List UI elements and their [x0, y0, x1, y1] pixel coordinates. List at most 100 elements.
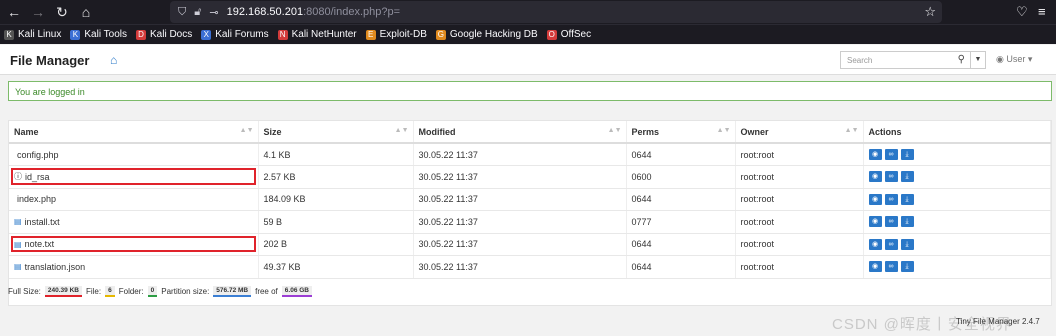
user-icon: ◉: [996, 54, 1004, 64]
table-row: config.php 4.1 KB 30.05.22 11:37 0644 root:r…: [9, 143, 1051, 166]
cell-name: index.php: [9, 188, 259, 211]
link-icon[interactable]: ∞: [884, 216, 898, 228]
bookmark-kali-docs[interactable]: D Kali Docs: [135, 29, 192, 40]
cell-perms[interactable]: 0644: [626, 188, 736, 211]
cell-modified: 30.05.22 11:37: [413, 188, 627, 211]
col-name[interactable]: Name ▲▼: [9, 121, 259, 144]
version-text: Tiny File Manager 2.4.7: [956, 317, 1040, 326]
shield-icon: ⛉: [178, 5, 187, 18]
cell-name: ▤ install.txt: [9, 210, 259, 234]
info-icon: ⓘ: [14, 172, 22, 182]
file-link[interactable]: config.php: [14, 150, 253, 160]
col-perms[interactable]: Perms ▲▼: [626, 121, 736, 144]
back-icon[interactable]: ←: [2, 0, 26, 24]
cell-modified: 30.05.22 11:37: [413, 233, 627, 256]
app-header: File Manager ⌂ Search ⚲ ▼ ◉ User ▾: [0, 45, 1056, 75]
search-icon[interactable]: ⚲: [958, 54, 965, 65]
cell-owner: root:root: [735, 210, 864, 234]
eye-icon[interactable]: ◉: [868, 171, 882, 183]
link-icon[interactable]: ∞: [884, 193, 898, 205]
download-icon[interactable]: ⤓: [900, 171, 914, 183]
home-icon[interactable]: ⌂: [74, 0, 98, 24]
pocket-icon[interactable]: ♡: [1016, 4, 1028, 20]
file-link[interactable]: index.php: [14, 194, 253, 204]
link-icon[interactable]: ∞: [884, 171, 898, 183]
cell-modified: 30.05.22 11:37: [413, 143, 627, 166]
cell-perms[interactable]: 0644: [626, 143, 736, 166]
footer-stats: Full Size: 240.39 KB File: 6 Folder: 0 P…: [8, 286, 312, 297]
cell-actions: ◉ ∞ ⤓: [863, 143, 1051, 166]
url-path: :8080/index.php?p=: [303, 6, 401, 18]
cell-actions: ◉ ∞ ⤓: [863, 255, 1051, 279]
link-icon[interactable]: ∞: [884, 149, 898, 160]
cell-size: 184.09 KB: [258, 188, 414, 211]
cell-modified: 30.05.22 11:37: [413, 255, 627, 279]
user-menu[interactable]: ◉ User ▾: [996, 54, 1032, 65]
sort-icon: ▲▼: [844, 127, 859, 134]
cell-perms[interactable]: 0644: [626, 233, 736, 256]
login-alert: You are logged in: [8, 81, 1052, 101]
url-host: 192.168.50.201: [226, 6, 304, 18]
cell-modified: 30.05.22 11:37: [413, 165, 627, 189]
eye-icon[interactable]: ◉: [868, 216, 882, 228]
file-count-badge: 6: [105, 286, 115, 297]
eye-icon[interactable]: ◉: [868, 261, 882, 273]
forward-icon[interactable]: →: [26, 0, 50, 24]
sort-icon: ▲▼: [394, 127, 409, 134]
download-icon[interactable]: ⤓: [900, 216, 914, 228]
download-icon[interactable]: ⤓: [900, 261, 914, 273]
eye-icon[interactable]: ◉: [868, 193, 882, 205]
download-icon[interactable]: ⤓: [900, 149, 914, 160]
cell-perms[interactable]: 0777: [626, 210, 736, 234]
cell-perms[interactable]: 0644: [626, 255, 736, 279]
sort-icon: ▲▼: [239, 127, 254, 134]
search-input[interactable]: Search ⚲: [840, 51, 972, 69]
offsec-icon: O: [546, 29, 557, 40]
bookmark-kali-linux[interactable]: K Kali Linux: [4, 29, 61, 40]
bookmark-kali-nethunter[interactable]: N Kali NetHunter: [277, 29, 357, 40]
free-badge: 6.06 GB: [281, 286, 312, 297]
col-modified[interactable]: Modified ▲▼: [413, 121, 627, 144]
key-icon: ⊸: [209, 6, 219, 19]
cell-actions: ◉ ∞ ⤓: [863, 188, 1051, 211]
cell-perms[interactable]: 0600: [626, 165, 736, 189]
cell-owner: root:root: [735, 188, 864, 211]
home-nav-icon[interactable]: ⌂: [110, 53, 117, 67]
cell-modified: 30.05.22 11:37: [413, 210, 627, 234]
full-size-badge: 240.39 KB: [44, 286, 82, 297]
cell-owner: root:root: [735, 255, 864, 279]
file-link[interactable]: ▤ translation.json: [14, 262, 253, 272]
file-table: Name ▲▼ Size ▲▼ Modified ▲▼ Perms ▲▼ Owner ▲▼…: [9, 121, 1051, 279]
bookmark-kali-tools[interactable]: K Kali Tools: [70, 29, 127, 40]
download-icon[interactable]: ⤓: [900, 238, 914, 250]
file-link[interactable]: ▤ note.txt: [11, 236, 256, 253]
link-icon[interactable]: ∞: [884, 261, 898, 273]
file-link[interactable]: ⓘ id_rsa: [11, 168, 256, 186]
eye-icon[interactable]: ◉: [868, 149, 882, 160]
forums-icon: X: [201, 29, 212, 40]
table-row: index.php 184.09 KB 30.05.22 11:37 0644 root…: [9, 188, 1051, 211]
file-link[interactable]: ▤ install.txt: [14, 217, 253, 227]
col-size[interactable]: Size ▲▼: [258, 121, 414, 144]
bookmark-star-icon[interactable]: ☆: [924, 4, 936, 20]
bookmark-offsec[interactable]: O OffSec: [546, 29, 591, 40]
link-icon[interactable]: ∞: [884, 238, 898, 250]
bookmark-exploit-db[interactable]: E Exploit-DB: [365, 29, 427, 40]
bookmark-google-hacking-db[interactable]: G Google Hacking DB: [435, 29, 538, 40]
cell-owner: root:root: [735, 233, 864, 256]
download-icon[interactable]: ⤓: [900, 193, 914, 205]
menu-icon[interactable]: ≡: [1038, 4, 1046, 19]
ghdb-icon: G: [435, 29, 446, 40]
col-owner[interactable]: Owner ▲▼: [735, 121, 864, 144]
bookmark-kali-forums[interactable]: X Kali Forums: [201, 29, 269, 40]
app-title[interactable]: File Manager: [10, 53, 89, 68]
sort-icon: ▲▼: [716, 127, 731, 134]
reload-icon[interactable]: ↻: [50, 0, 74, 24]
search-options-button[interactable]: ▼: [970, 51, 986, 69]
cell-size: 59 B: [258, 210, 414, 234]
url-bar[interactable]: ⛉ 🔓︎ ⊸ 192.168.50.201:8080/index.php?p= …: [170, 1, 942, 23]
eye-icon[interactable]: ◉: [868, 238, 882, 250]
cell-name: ▤ note.txt: [9, 233, 259, 256]
cell-size: 4.1 KB: [258, 143, 414, 166]
cell-actions: ◉ ∞ ⤓: [863, 210, 1051, 234]
